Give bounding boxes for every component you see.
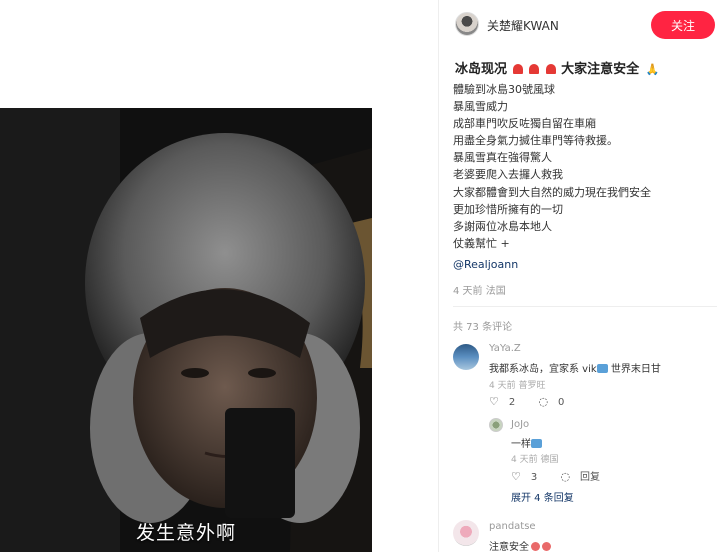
video-subtitle: 发生意外啊: [135, 522, 236, 544]
comment-count: 共 73 条评论: [453, 322, 513, 333]
author-name[interactable]: 关楚耀KWAN: [487, 17, 559, 34]
siren-emoji-icon: [529, 64, 540, 74]
author-header: 关楚耀KWAN 关注: [439, 0, 720, 48]
comment-text-main: 我都系冰岛，宜家系 vik: [489, 364, 597, 375]
like-count: 2: [508, 397, 516, 408]
author-avatar[interactable]: [455, 12, 479, 36]
comment-meta: 4 天前 普罗旺: [489, 381, 546, 391]
commenter-name[interactable]: pandatse: [489, 521, 536, 532]
reply-button[interactable]: ◌ 0: [538, 395, 574, 408]
post-line: 成部車門吹反咗獨自留在車廂: [453, 117, 596, 131]
reply-meta: 4 天前 德国: [511, 455, 559, 465]
post-meta: 4 天前 法国: [453, 286, 506, 297]
emoji-icon: [542, 542, 551, 551]
comment-bubble-icon: ◌: [538, 395, 549, 408]
pray-emoji-icon: 🙏: [645, 63, 660, 76]
post-line: 體驗到冰島30號風球: [453, 83, 555, 96]
reply-label: 回复: [580, 472, 601, 483]
post-title: 冰岛现况 大家注意安全 🙏: [455, 58, 659, 77]
post-line: 暴風雪真在強得驚人: [453, 151, 552, 165]
like-count: 3: [530, 472, 538, 483]
video-player[interactable]: 发生意外啊: [0, 108, 372, 552]
heart-icon: ♡: [489, 395, 499, 408]
like-button[interactable]: ♡ 2: [489, 395, 525, 408]
expand-replies-link[interactable]: 展开 4 条回复: [511, 489, 574, 504]
commenter-avatar[interactable]: [453, 520, 479, 546]
video-pane: 发生意外啊: [0, 0, 438, 552]
siren-emoji-icon: [545, 64, 556, 74]
like-button[interactable]: ♡ 3: [511, 470, 547, 483]
divider: [453, 306, 717, 307]
post-line: 用盡全身氣力搣住車門等待救援。: [453, 134, 618, 148]
post-body: 體驗到冰島30號風球 暴風雪威力 成部車門吹反咗獨自留在車廂 用盡全身氣力搣住車…: [453, 81, 713, 252]
reply-button[interactable]: ◌ 回复: [560, 470, 610, 483]
comment-text: 注意安全: [489, 538, 551, 552]
commenter-avatar[interactable]: [453, 344, 479, 370]
comment-text-end: 世界末日甘: [610, 364, 661, 375]
reply-text-main: 一样: [511, 439, 531, 450]
mention-link[interactable]: @Realjoann: [453, 258, 518, 271]
post-title-suffix: 大家注意安全: [561, 62, 640, 77]
reply-text: 一样: [511, 435, 542, 450]
post-line: 老婆要爬入去攞人救我: [453, 168, 563, 182]
post-line: 暴風雪威力: [453, 100, 508, 114]
reply-actions: ♡ 3 ◌ 回复: [511, 468, 620, 483]
post-panel: 关楚耀KWAN 关注 冰岛现况 大家注意安全 🙏 體驗到冰島30號風球 暴風雪威…: [438, 0, 720, 552]
video-frame: [0, 108, 372, 552]
comment-text: 我都系冰岛，宜家系 vik 世界末日甘: [489, 360, 661, 375]
reply-count: 0: [558, 397, 565, 408]
emoji-icon: [531, 542, 540, 551]
emoji-icon: [596, 364, 608, 373]
comment-bubble-icon: ◌: [560, 470, 571, 483]
post-line: 大家都體會到大自然的威力現在我們安全: [453, 185, 651, 199]
post-title-text: 冰岛现况: [455, 62, 508, 77]
follow-button[interactable]: 关注: [651, 11, 715, 39]
comment-actions: ♡ 2 ◌ 0: [489, 395, 584, 408]
post-line: 多謝兩位冰島本地人: [453, 219, 552, 233]
emoji-icon: [531, 439, 542, 448]
commenter-name[interactable]: YaYa.Z: [489, 343, 521, 354]
replier-avatar[interactable]: [489, 418, 503, 432]
post-line: 仗義幫忙 +: [453, 236, 510, 250]
replier-name[interactable]: JoJo: [511, 419, 529, 430]
siren-emoji-icon: [512, 64, 523, 74]
heart-icon: ♡: [511, 470, 521, 483]
comment-text-main: 注意安全: [489, 542, 529, 552]
post-line: 更加珍惜所擁有的一切: [453, 202, 563, 216]
